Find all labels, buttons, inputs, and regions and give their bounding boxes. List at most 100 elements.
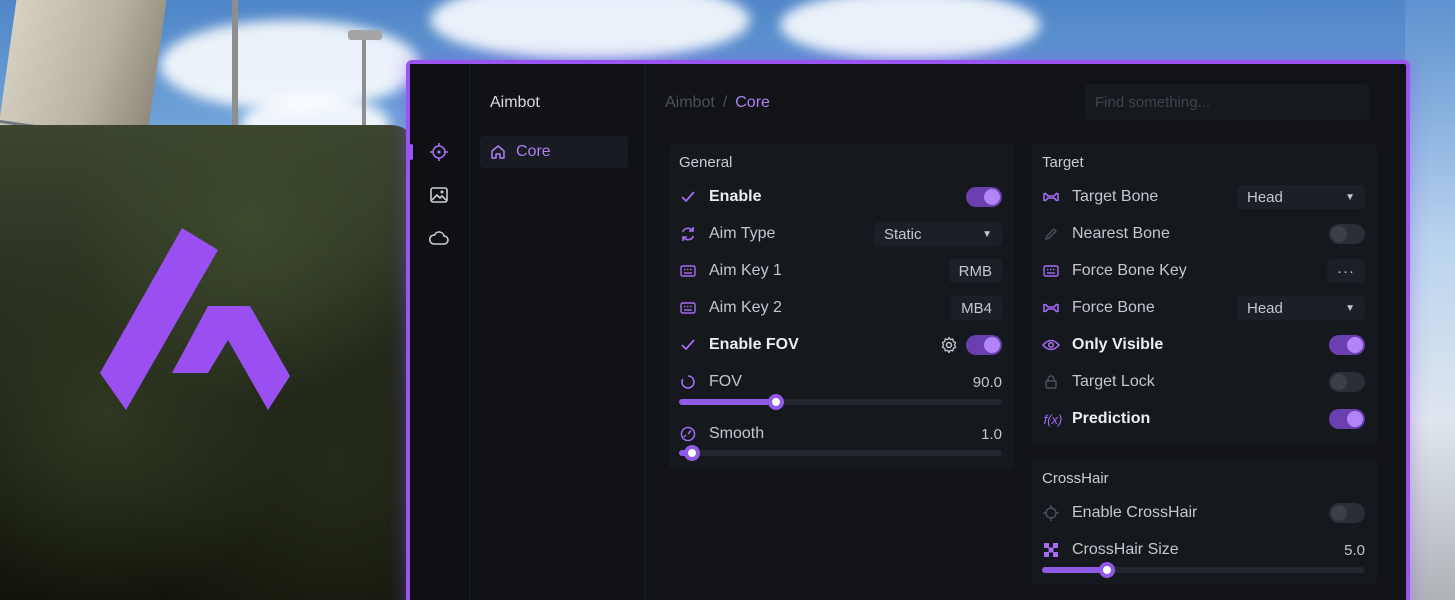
check-icon [679, 336, 697, 354]
target-card: Target Target Bone Head ▼ Nearest Bone F… [1032, 144, 1377, 444]
caret-down-icon: ▼ [1345, 191, 1355, 203]
slider-thumb[interactable] [767, 394, 784, 410]
keyboard-icon [679, 262, 697, 280]
prediction-row: f(x) Prediction [1042, 404, 1365, 434]
fov-label: FOV [709, 373, 742, 390]
fov-value: 90.0 [972, 373, 1002, 391]
aim-type-value: Static [884, 225, 922, 243]
pencil-icon [1042, 225, 1060, 243]
enable-toggle[interactable] [966, 187, 1002, 207]
force-bone-key-button[interactable]: ··· [1327, 259, 1365, 283]
crosshair-size-label: CrossHair Size [1072, 541, 1179, 558]
smooth-label: Smooth [709, 425, 765, 442]
aim-key-1-row: Aim Key 1 RMB [679, 256, 1002, 286]
enable-crosshair-row: Enable CrossHair [1042, 498, 1365, 528]
gauge-icon [679, 425, 697, 443]
aim-key-2-label: Aim Key 2 [709, 299, 782, 316]
aim-type-label: Aim Type [709, 225, 776, 242]
slider-fill [679, 399, 776, 405]
slider-thumb[interactable] [683, 445, 700, 461]
target-bone-label: Target Bone [1072, 188, 1159, 205]
breadcrumb-current: Core [735, 94, 770, 111]
app-window: Aimbot Core Aimbot / Core General Enable [406, 60, 1410, 600]
aim-key-2-row: Aim Key 2 MB4 [679, 293, 1002, 323]
section-nav: Aimbot Core [470, 64, 645, 600]
fov-row: FOV 90.0 [679, 367, 1002, 397]
prediction-label: Prediction [1072, 410, 1151, 427]
gear-icon[interactable] [940, 336, 958, 354]
nav-item-label: Core [516, 143, 551, 160]
target-lock-row: Target Lock [1042, 367, 1365, 397]
aim-type-select[interactable]: Static ▼ [874, 222, 1002, 246]
aim-key-2-button[interactable]: MB4 [951, 296, 1002, 320]
keyboard-icon [679, 299, 697, 317]
nearest-bone-toggle[interactable] [1329, 224, 1365, 244]
nearest-bone-row: Nearest Bone [1042, 219, 1365, 249]
fov-slider[interactable] [679, 394, 1002, 410]
prediction-toggle[interactable] [1329, 409, 1365, 429]
nearest-bone-label: Nearest Bone [1072, 225, 1170, 242]
refresh-icon [679, 225, 697, 243]
rail-aimbot-button[interactable] [424, 137, 454, 167]
function-icon: f(x) [1043, 411, 1063, 427]
rail-cloud-button[interactable] [424, 223, 454, 253]
smooth-slider[interactable] [679, 445, 1002, 461]
crosshair-size-slider[interactable] [1042, 562, 1365, 578]
search-input[interactable] [1085, 84, 1370, 120]
cloud [780, 0, 1040, 60]
keyboard-icon [1042, 262, 1060, 280]
home-icon [491, 145, 505, 159]
background-right-edge [1405, 0, 1455, 600]
smooth-value: 1.0 [981, 425, 1002, 443]
enable-crosshair-toggle[interactable] [1329, 503, 1365, 523]
aim-key-1-button[interactable]: RMB [948, 259, 1002, 283]
bone-icon [1042, 299, 1060, 317]
check-icon [679, 188, 697, 206]
rail-visuals-button[interactable] [424, 180, 454, 210]
checker-icon [1042, 541, 1060, 559]
enable-fov-row: Enable FOV [679, 330, 1002, 360]
caret-down-icon: ▼ [982, 228, 992, 240]
general-card: General Enable Aim Type Static ▼ Aim Key… [669, 144, 1014, 469]
general-title: General [679, 154, 733, 171]
main-panel: Aimbot / Core General Enable Aim Type [645, 64, 1406, 600]
crosshair-icon [1042, 504, 1060, 522]
image-icon [430, 187, 448, 203]
force-bone-select[interactable]: Head ▼ [1237, 296, 1365, 320]
concrete-pillar [0, 0, 168, 130]
eye-icon [1042, 336, 1060, 354]
crosshair-title: CrossHair [1042, 470, 1109, 487]
target-bone-row: Target Bone Head ▼ [1042, 182, 1365, 212]
cloud [430, 0, 750, 60]
nav-item-core[interactable]: Core [480, 136, 628, 168]
nav-title: Aimbot [490, 94, 540, 111]
only-visible-toggle[interactable] [1329, 335, 1365, 355]
crosshair-size-row: CrossHair Size 5.0 [1042, 535, 1365, 565]
enable-fov-toggle[interactable] [966, 335, 1002, 355]
target-lock-toggle[interactable] [1329, 372, 1365, 392]
brand-logo [100, 228, 290, 410]
only-visible-row: Only Visible [1042, 330, 1365, 360]
smooth-row: Smooth 1.0 [679, 419, 1002, 449]
crosshair-icon [430, 143, 448, 161]
slider-fill [1042, 567, 1107, 573]
breadcrumb: Aimbot / Core [665, 94, 770, 112]
target-lock-label: Target Lock [1072, 373, 1155, 390]
breadcrumb-parent[interactable]: Aimbot [665, 94, 715, 111]
force-bone-row: Force Bone Head ▼ [1042, 293, 1365, 323]
enable-row: Enable [679, 182, 1002, 212]
cloud-icon [429, 231, 449, 245]
breadcrumb-separator: / [722, 94, 728, 111]
active-indicator [410, 144, 413, 160]
lamp-head [348, 30, 382, 40]
enable-crosshair-label: Enable CrossHair [1072, 504, 1198, 521]
target-bone-select[interactable]: Head ▼ [1237, 185, 1365, 209]
force-bone-key-label: Force Bone Key [1072, 262, 1187, 279]
slider-thumb[interactable] [1098, 562, 1115, 578]
bone-icon [1042, 188, 1060, 206]
crosshair-card: CrossHair Enable CrossHair CrossHair Siz… [1032, 460, 1377, 584]
force-bone-key-row: Force Bone Key ··· [1042, 256, 1365, 286]
only-visible-label: Only Visible [1072, 336, 1164, 353]
enable-fov-label: Enable FOV [709, 336, 799, 353]
icon-rail [410, 64, 470, 600]
